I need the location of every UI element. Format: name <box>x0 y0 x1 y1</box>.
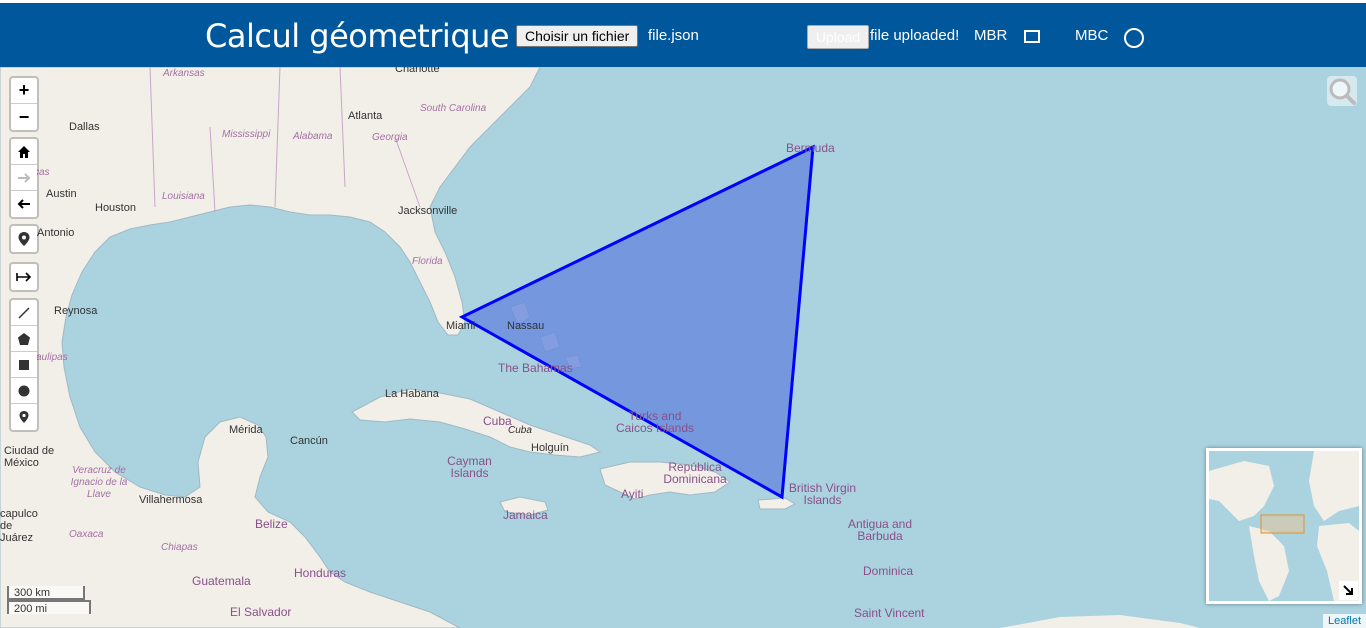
upload-button[interactable]: Upload <box>807 25 869 49</box>
mbr-rectangle-icon[interactable] <box>1024 30 1040 43</box>
search-icon <box>1329 78 1356 105</box>
map-label: Antonio <box>37 227 75 239</box>
zoom-control: + − <box>9 76 39 132</box>
locate-control <box>9 224 39 254</box>
upload-status: file uploaded! <box>870 27 960 44</box>
arrow-right-icon <box>18 172 31 183</box>
navigation-control <box>9 137 39 219</box>
map-label: Houston <box>95 202 136 214</box>
map-label: aulipas <box>36 352 68 363</box>
choose-file-button[interactable]: Choisir un fichier <box>516 25 639 47</box>
map-label: Cancún <box>290 435 328 447</box>
back-button[interactable] <box>11 191 37 217</box>
mbc-label: MBC <box>1075 27 1109 44</box>
measure-button[interactable] <box>11 264 37 290</box>
map-label: Oaxaca <box>69 529 104 540</box>
arrow-left-icon <box>17 199 30 209</box>
map-label: Reynosa <box>54 305 98 317</box>
home-icon <box>18 145 30 158</box>
map-label: República Dominicana <box>663 460 727 486</box>
map-view[interactable]: Arkansas Charlotte Dallas Mississippi Al… <box>0 67 1366 628</box>
map-label: capulco de Juárez <box>0 508 38 544</box>
map-label: Ayiti <box>621 487 644 501</box>
draw-toolbar <box>9 298 39 432</box>
map-label: Mississippi <box>222 129 271 140</box>
marker-icon <box>19 411 29 423</box>
map-label: Ciudad de México <box>4 445 55 469</box>
measure-control <box>9 262 39 292</box>
home-button[interactable] <box>11 139 37 165</box>
map-label: Jamaica <box>503 508 548 522</box>
map-label: Turks and Caicos Islands <box>615 409 695 435</box>
map-label: Villahermosa <box>139 494 203 506</box>
map-label: Antigua and Barbuda <box>847 517 913 543</box>
mbc-circle-icon[interactable] <box>1124 28 1144 48</box>
map-label: Arkansas <box>163 68 205 79</box>
draw-circle-button[interactable] <box>11 378 37 404</box>
map-label: Cuba <box>508 425 532 436</box>
draw-polyline-button[interactable] <box>11 300 37 326</box>
map-label: Jacksonville <box>398 205 458 217</box>
map-label: La Habana <box>385 388 439 400</box>
scale-metric: 300 km <box>7 586 85 600</box>
forward-button[interactable] <box>11 165 37 191</box>
map-label: South Carolina <box>420 103 487 114</box>
map-basemap <box>0 67 1200 628</box>
scale-imperial: 200 mi <box>7 600 91 615</box>
polyline-icon <box>18 306 30 319</box>
search-control[interactable] <box>1327 76 1357 106</box>
arrow-down-right-icon <box>1343 585 1353 595</box>
map-label: El Salvador <box>230 605 292 619</box>
app-title: Calcul géometrique <box>205 17 510 55</box>
map-label: Louisiana <box>162 191 205 202</box>
map-label: Honduras <box>294 566 347 580</box>
map-label: Belize <box>255 517 288 531</box>
minimap[interactable] <box>1206 448 1362 604</box>
zoom-out-button[interactable]: − <box>11 104 37 130</box>
zoom-in-button[interactable]: + <box>11 78 37 104</box>
rectangle-icon <box>19 359 29 370</box>
map-label: Holguín <box>531 442 569 454</box>
map-label: Cayman Islands <box>447 454 492 480</box>
map-label: Charlotte <box>395 67 440 75</box>
map-label: Atlanta <box>348 110 383 122</box>
draw-marker-button[interactable] <box>11 404 37 430</box>
map-label: Saint Vincent <box>854 606 925 620</box>
circle-icon <box>18 385 30 396</box>
map-label: Guatemala <box>192 574 251 588</box>
attribution-link[interactable]: Leaflet <box>1322 614 1366 628</box>
locate-button[interactable] <box>11 226 37 252</box>
draw-polygon-button[interactable] <box>11 326 37 352</box>
map-label: Miami <box>446 320 476 332</box>
map-label: Alabama <box>293 131 333 142</box>
map-label: Georgia <box>372 132 408 143</box>
minimap-toggle-button[interactable] <box>1339 581 1358 600</box>
mbr-label: MBR <box>974 27 1008 44</box>
map-label: Bermuda <box>786 141 835 155</box>
map-label: Florida <box>412 256 443 267</box>
map-label: Dallas <box>69 121 100 133</box>
polygon-icon <box>18 332 30 345</box>
app-header: Calcul géometrique Choisir un fichier fi… <box>0 3 1366 67</box>
file-name: file.json <box>648 27 699 44</box>
scale-bar: 300 km 200 mi <box>7 586 91 615</box>
map-label: Austin <box>46 188 77 200</box>
map-label: Nassau <box>507 320 545 332</box>
map-label: Chiapas <box>161 542 198 553</box>
map-label: Dominica <box>863 564 914 578</box>
minimap-view <box>1209 451 1359 601</box>
map-label: Mérida <box>229 424 263 436</box>
map-label: The Bahamas <box>498 361 573 375</box>
measure-arrow-icon <box>16 272 32 282</box>
map-marker-icon <box>18 232 30 246</box>
map-label: Veracruz de Ignacio de la Llave <box>70 465 128 500</box>
map-label: British Virgin Islands <box>788 481 857 507</box>
draw-rectangle-button[interactable] <box>11 352 37 378</box>
